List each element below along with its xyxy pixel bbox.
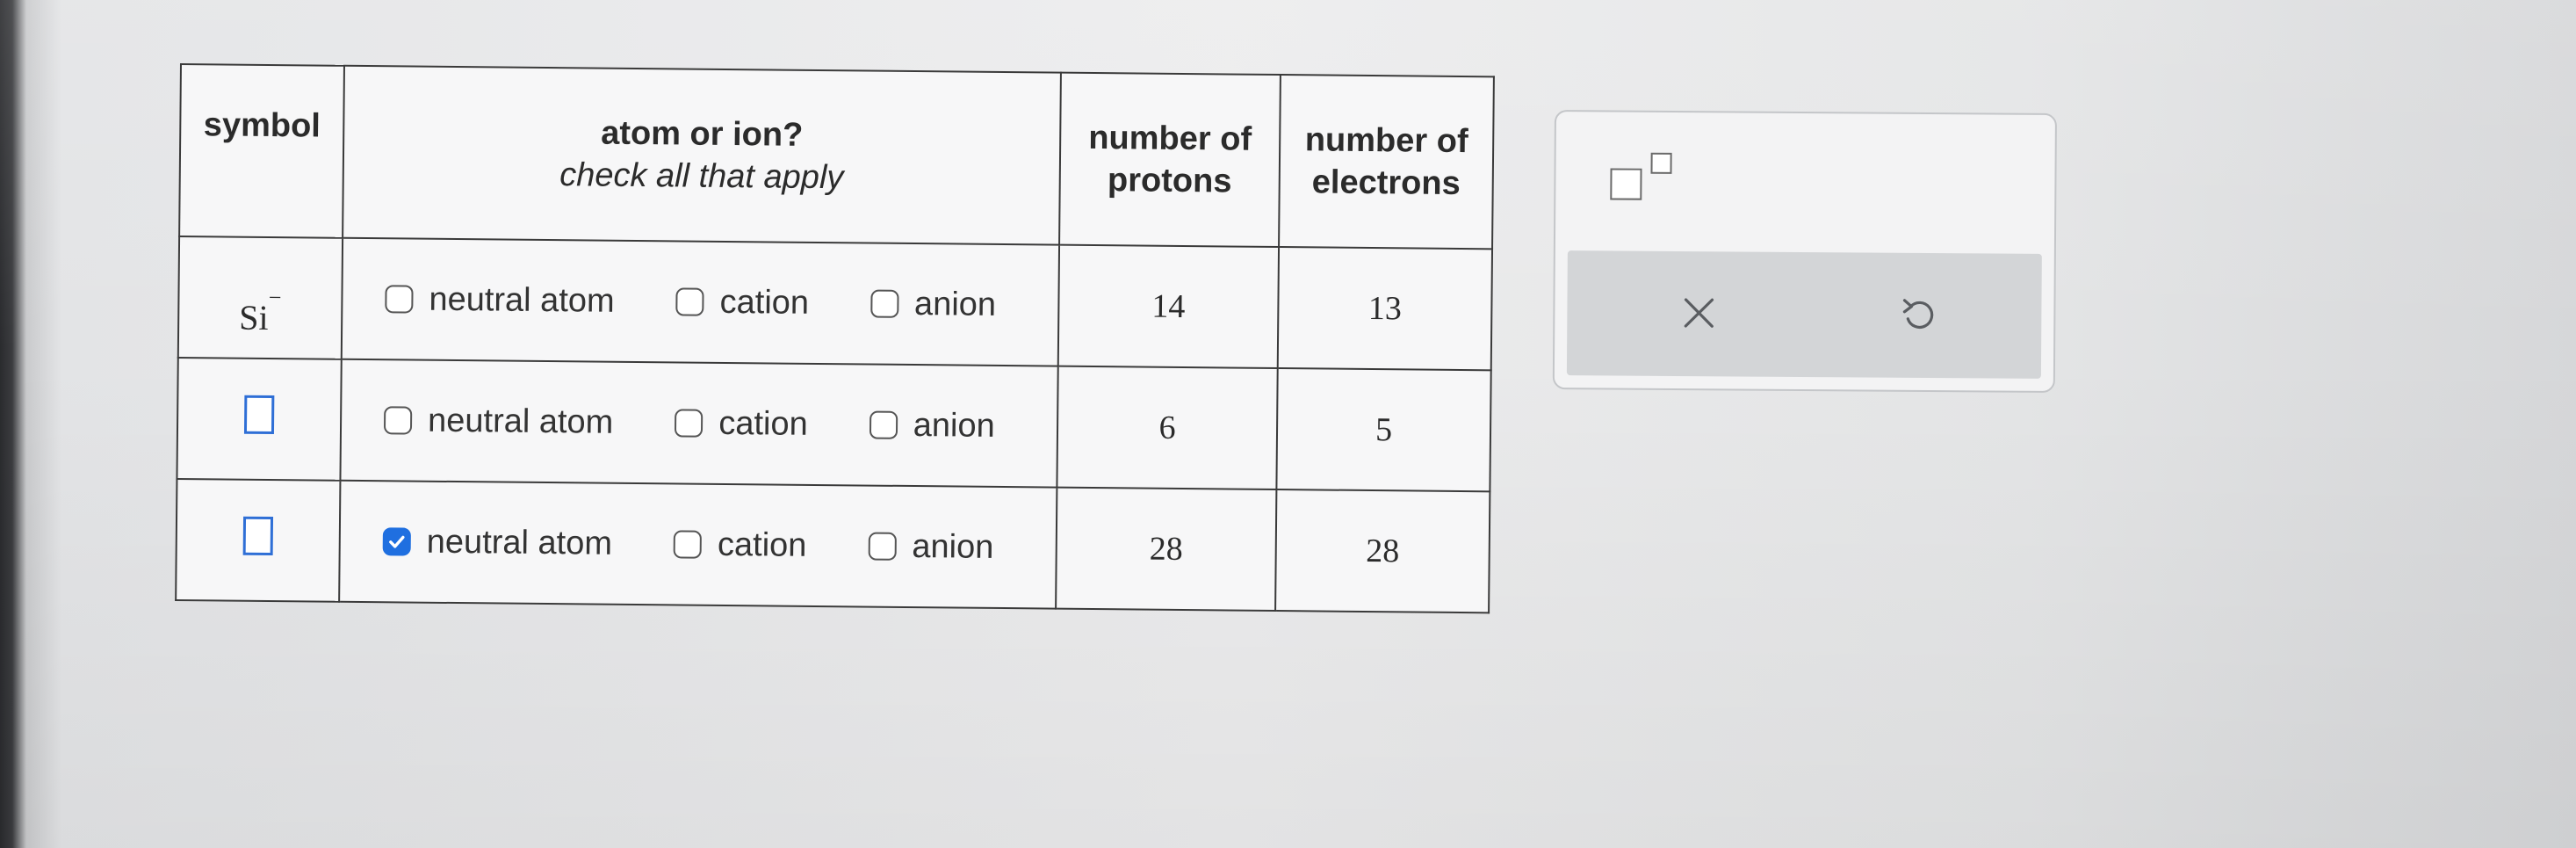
answer-tools-panel <box>1552 110 2057 393</box>
header-atom-or-ion: atom or ion? check all that apply <box>343 65 1061 245</box>
option-label: cation <box>718 404 808 443</box>
option-label: neutral atom <box>426 523 613 562</box>
checkbox[interactable] <box>868 532 897 561</box>
option-label: cation <box>719 283 810 322</box>
option-cation[interactable]: cation <box>673 525 807 564</box>
option-neutral-atom[interactable]: neutral atom <box>382 523 613 563</box>
table-row: neutral atom cation anion 28 28 <box>176 478 1490 613</box>
checkbox[interactable] <box>383 406 413 435</box>
table-row: Si− neutral atom cation anion 14 13 <box>177 236 1493 371</box>
superscript-box-small-icon <box>1650 152 1672 174</box>
atom-ion-table: symbol atom or ion? check all that apply… <box>175 63 1495 614</box>
checkbox[interactable] <box>869 410 898 439</box>
clear-button[interactable] <box>1663 278 1735 349</box>
option-anion[interactable]: anion <box>869 406 995 445</box>
protons-value: 14 <box>1057 244 1280 369</box>
symbol-input[interactable] <box>243 395 275 435</box>
superscript-button[interactable] <box>1610 149 1680 206</box>
option-anion[interactable]: anion <box>869 285 997 323</box>
checkbox[interactable] <box>869 289 899 318</box>
checkmark-icon <box>389 535 405 548</box>
table-row: neutral atom cation anion 6 5 <box>177 357 1491 492</box>
atom-ion-options: neutral atom cation anion <box>339 480 1057 609</box>
electrons-value: 5 <box>1276 368 1491 492</box>
symbol-cell <box>177 357 342 481</box>
undo-button[interactable] <box>1883 279 1954 351</box>
checkbox-checked[interactable] <box>382 527 411 556</box>
option-label: neutral atom <box>429 280 615 320</box>
protons-value: 6 <box>1057 366 1278 490</box>
atom-ion-options: neutral atom cation anion <box>341 237 1060 366</box>
symbol-input[interactable] <box>242 516 274 556</box>
option-label: cation <box>717 525 807 564</box>
atom-ion-options: neutral atom cation anion <box>340 359 1058 488</box>
option-label: anion <box>912 527 994 566</box>
action-bar <box>1566 250 2042 379</box>
element-symbol: Si− <box>239 284 282 337</box>
option-label: anion <box>913 285 997 323</box>
electrons-value: 28 <box>1275 489 1490 613</box>
header-atom-or-ion-subtitle: check all that apply <box>559 156 844 197</box>
option-label: anion <box>913 406 995 445</box>
symbol-cell: Si− <box>177 236 343 359</box>
header-protons: number of protons <box>1059 72 1281 248</box>
x-icon <box>1684 298 1714 328</box>
element-symbol-text: Si <box>239 297 269 337</box>
option-anion[interactable]: anion <box>868 527 994 566</box>
checkbox[interactable] <box>385 285 414 314</box>
protons-value: 28 <box>1056 487 1277 611</box>
header-symbol: symbol <box>179 64 344 238</box>
option-cation[interactable]: cation <box>675 283 809 322</box>
option-neutral-atom[interactable]: neutral atom <box>385 280 615 321</box>
undo-icon <box>1902 299 1934 330</box>
checkbox[interactable] <box>673 530 703 559</box>
superscript-box-icon <box>1610 168 1642 200</box>
symbol-cell <box>176 478 341 602</box>
electrons-value: 13 <box>1277 247 1493 371</box>
option-label: neutral atom <box>427 402 614 441</box>
table-header-row: symbol atom or ion? check all that apply… <box>179 64 1494 250</box>
checkbox[interactable] <box>675 409 704 438</box>
checkbox[interactable] <box>675 287 704 316</box>
charge-superscript: − <box>268 284 282 310</box>
header-atom-or-ion-title: atom or ion? <box>600 114 804 154</box>
option-neutral-atom[interactable]: neutral atom <box>383 402 614 442</box>
option-cation[interactable]: cation <box>675 404 808 443</box>
header-electrons: number of electrons <box>1279 75 1494 250</box>
